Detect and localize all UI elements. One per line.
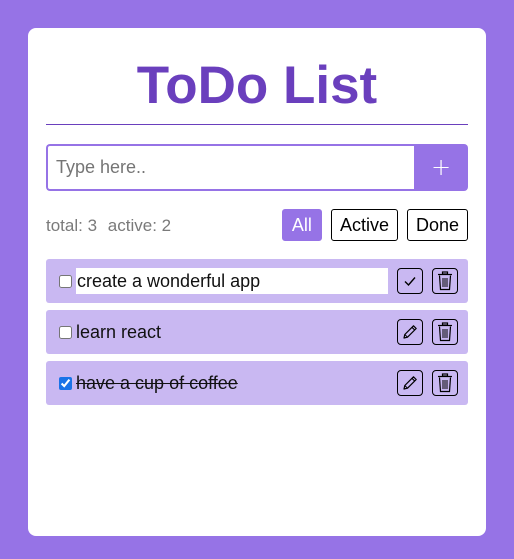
todo-edit-input[interactable] <box>76 268 388 294</box>
page-title: ToDo List <box>136 56 378 115</box>
pencil-icon <box>403 325 417 339</box>
title-divider <box>46 124 468 125</box>
edit-todo-button[interactable] <box>397 370 423 396</box>
trash-icon <box>438 322 452 342</box>
todo-text: have a cup of coffee <box>76 372 238 393</box>
todo-item: have a cup of coffee <box>46 361 468 405</box>
filter-group: All Active Done <box>281 209 468 241</box>
checkmark-icon <box>404 277 416 287</box>
total-count: total: 3 <box>46 216 98 235</box>
active-count: active: 2 <box>107 216 172 235</box>
pencil-icon <box>403 376 417 390</box>
todo-item: learn react <box>46 310 468 354</box>
todo-item <box>46 259 468 303</box>
todo-stats: total: 3 active: 2 <box>46 214 177 238</box>
todo-list: learn react h <box>46 259 468 412</box>
new-todo-input[interactable] <box>46 144 414 191</box>
todo-checkbox[interactable] <box>59 376 72 390</box>
delete-todo-button[interactable] <box>432 268 458 294</box>
filter-all-button[interactable]: All <box>281 209 322 241</box>
trash-icon <box>438 271 452 291</box>
filter-done-button[interactable]: Done <box>406 209 468 241</box>
delete-todo-button[interactable] <box>432 370 458 396</box>
todo-checkbox[interactable] <box>59 274 72 288</box>
add-todo-button[interactable]: + <box>414 144 468 191</box>
todo-text: learn react <box>76 321 162 342</box>
filter-active-button[interactable]: Active <box>330 209 398 241</box>
add-todo-form: + <box>46 144 468 191</box>
delete-todo-button[interactable] <box>432 319 458 345</box>
trash-icon <box>438 373 452 393</box>
todo-card: ToDo List + total: 3 active: 2 All Activ… <box>28 28 486 536</box>
todo-checkbox[interactable] <box>59 325 72 339</box>
plus-icon: + <box>430 153 452 181</box>
save-todo-button[interactable] <box>397 268 423 294</box>
edit-todo-button[interactable] <box>397 319 423 345</box>
